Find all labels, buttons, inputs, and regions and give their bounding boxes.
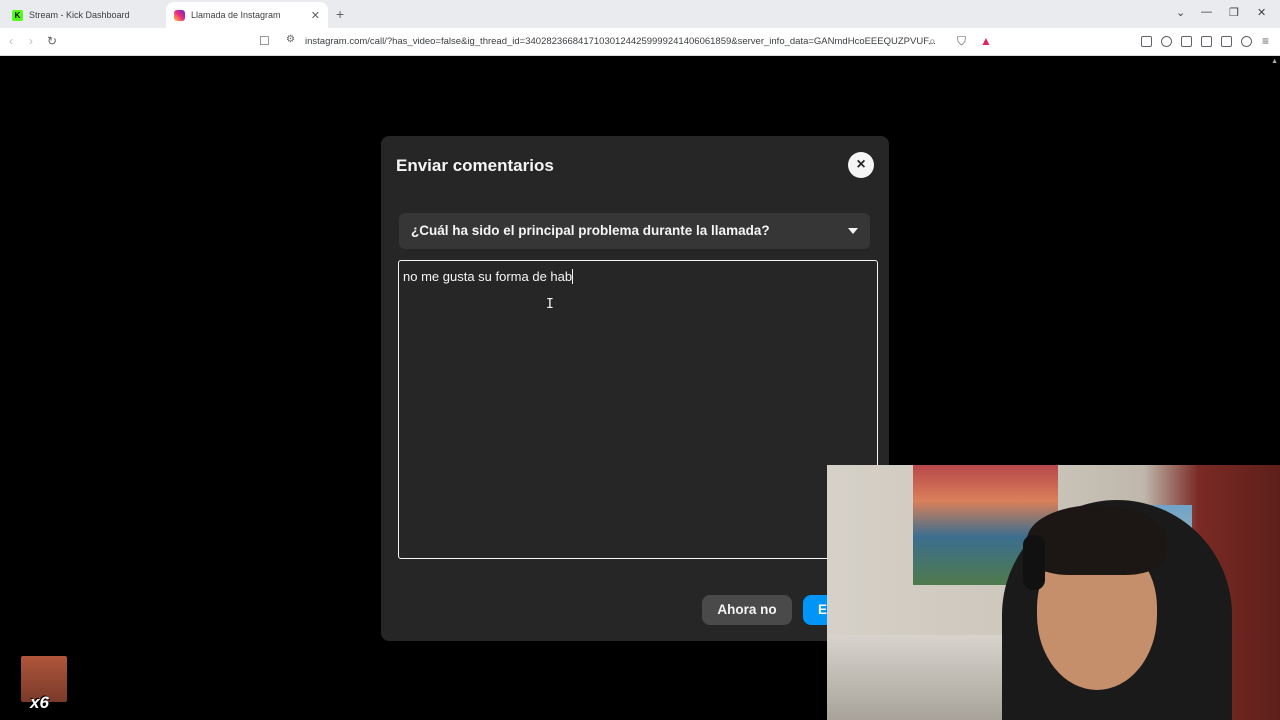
sidebar-icon[interactable] — [1181, 36, 1192, 47]
zoom-icon[interactable]: ⌕ — [929, 34, 936, 49]
tab-strip: K Stream - Kick Dashboard Llamada de Ins… — [0, 0, 1280, 28]
headset-icon — [1023, 535, 1045, 590]
problem-select[interactable]: ¿Cuál ha sido el principal problema dura… — [399, 213, 870, 249]
close-window-icon[interactable]: ✕ — [1257, 6, 1266, 19]
menu-icon[interactable]: ≡ — [1262, 34, 1269, 48]
brave-shield-icon[interactable]: ⛉ — [957, 34, 966, 49]
not-now-button[interactable]: Ahora no — [702, 595, 792, 625]
instagram-favicon-icon — [174, 9, 185, 21]
restore-icon[interactable]: ❐ — [1229, 6, 1239, 19]
forward-icon[interactable]: › — [29, 34, 33, 48]
text-caret — [572, 269, 574, 284]
minimize-icon[interactable]: — — [1201, 6, 1212, 18]
dialog-title: Enviar comentarios — [396, 156, 554, 175]
back-icon[interactable]: ‹ — [9, 34, 13, 48]
tab-close-icon[interactable]: ✕ — [311, 9, 320, 22]
tab-search-icon[interactable]: ⌄ — [1176, 6, 1185, 19]
webcam-hair — [1027, 505, 1167, 575]
bookmark-icon[interactable]: ☐ — [259, 34, 270, 48]
close-icon[interactable]: × — [848, 152, 874, 178]
tab-label: Stream - Kick Dashboard — [29, 10, 130, 20]
wallet-icon[interactable] — [1201, 36, 1212, 47]
extension-icon[interactable] — [1141, 36, 1152, 47]
select-label: ¿Cuál ha sido el principal problema dura… — [411, 223, 770, 238]
address-bar[interactable]: instagram.com/call/?has_video=false&ig_t… — [305, 32, 1005, 52]
comment-textarea[interactable]: no me gusta su forma de hab I — [398, 260, 878, 559]
emote-count: x6 — [30, 693, 49, 712]
scroll-up-icon[interactable]: ▲ — [1271, 58, 1278, 65]
chevron-down-icon — [848, 228, 858, 234]
extension-puzzle-icon[interactable] — [1161, 36, 1172, 47]
webcam-bed — [827, 635, 1027, 720]
kick-favicon-icon: K — [12, 9, 23, 21]
tab-label: Llamada de Instagram — [191, 10, 281, 20]
webcam-overlay — [827, 465, 1280, 720]
ibeam-cursor-icon: I — [546, 297, 554, 312]
leo-icon[interactable] — [1221, 36, 1232, 47]
site-info-icon[interactable]: ⚙ — [286, 34, 295, 45]
textarea-value: no me gusta su forma de hab — [403, 269, 574, 284]
tab-kick-dashboard[interactable]: K Stream - Kick Dashboard — [4, 2, 164, 28]
new-tab-icon[interactable]: + — [336, 6, 344, 22]
browser-toolbar: ‹ › ↻ ☐ ⚙ instagram.com/call/?has_video=… — [0, 28, 1280, 56]
reload-icon[interactable]: ↻ — [47, 34, 57, 48]
brave-rewards-icon[interactable]: ▲ — [980, 34, 992, 48]
tab-instagram-call[interactable]: Llamada de Instagram ✕ — [166, 2, 328, 28]
vpn-icon[interactable] — [1241, 36, 1252, 47]
feedback-dialog: Enviar comentarios × ¿Cuál ha sido el pr… — [381, 136, 893, 641]
